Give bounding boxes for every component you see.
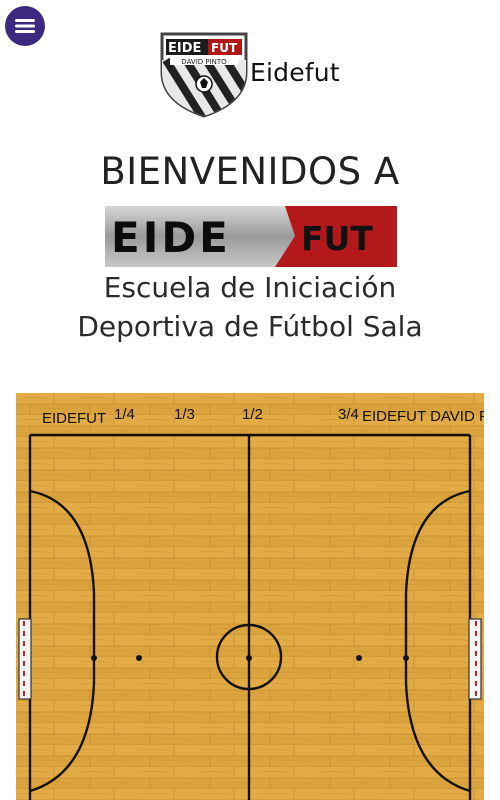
banner-eide-text: EIDE	[111, 213, 231, 262]
hamburger-menu-icon	[15, 19, 35, 33]
left-goal	[18, 618, 32, 700]
brand-name: Eidefut	[250, 58, 340, 87]
logo-sub-text: DAVID PINTO	[181, 58, 227, 66]
right-goal	[468, 618, 482, 700]
label-quarter: 1/4	[114, 406, 135, 423]
menu-button[interactable]	[5, 6, 45, 46]
label-left-club: EIDEFUT	[42, 410, 106, 427]
eidefut-banner: EIDE FUT	[105, 206, 397, 267]
logo-fut-text: FUT	[211, 41, 238, 55]
futsal-court-image: EIDEFUT 1/4 1/3 1/2 3/4 EIDEFUT DAVID PI…	[16, 393, 484, 800]
subtitle: Escuela de Iniciación Deportiva de Fútbo…	[0, 268, 500, 346]
logo-eide-text: EIDE	[168, 41, 201, 56]
label-three-quarter: 3/4	[338, 406, 359, 423]
banner-fut-text: FUT	[301, 219, 373, 258]
welcome-heading: BIENVENIDOS A	[100, 150, 400, 193]
label-half: 1/2	[242, 406, 263, 423]
subtitle-line-2: Deportiva de Fútbol Sala	[77, 310, 423, 343]
subtitle-line-1: Escuela de Iniciación	[103, 271, 397, 304]
label-third: 1/3	[174, 406, 195, 423]
label-right-club: EIDEFUT DAVID PINTO	[362, 408, 484, 425]
